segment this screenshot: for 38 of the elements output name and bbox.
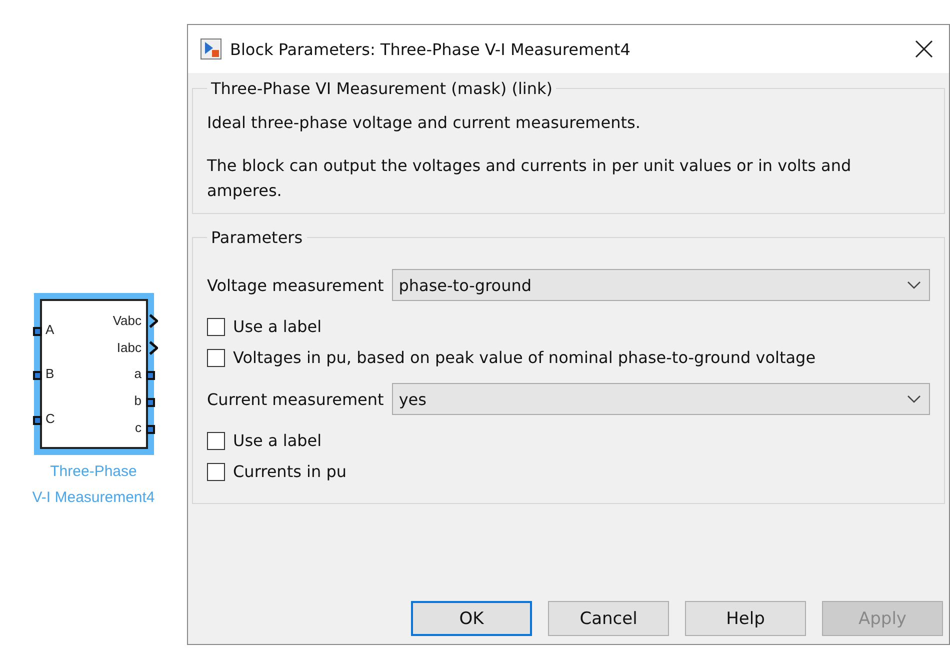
- checkbox[interactable]: [207, 318, 225, 336]
- output-port-icon[interactable]: [146, 371, 154, 380]
- checkbox-label: Use a label: [233, 317, 322, 336]
- port-label: B: [46, 366, 55, 382]
- description-text: The block can output the voltages and currents in per unit values or in volts and amperes.: [207, 155, 852, 202]
- input-port-icon[interactable]: [32, 371, 42, 380]
- port-label: a: [112, 366, 142, 382]
- input-port-icon[interactable]: [32, 416, 42, 426]
- input-port-icon[interactable]: [32, 326, 42, 336]
- field-label: Voltage measurement: [207, 276, 384, 294]
- description-text: Ideal three-phase voltage and current measurements.: [207, 112, 642, 134]
- checkbox[interactable]: [207, 432, 225, 450]
- chevron-icon: [907, 281, 921, 289]
- group-title: Three-Phase VI Measurement (mask) (link): [210, 79, 554, 98]
- block-name: Three-Phase V-I Measurement4: [32, 462, 155, 508]
- field-label: Current measurement: [207, 390, 384, 408]
- port-label: C: [46, 411, 55, 426]
- checkbox-label: Voltages in pu, based on peak value of nominal phase-to-ground voltage: [233, 348, 816, 367]
- chevron-icon: [907, 395, 921, 403]
- dialog-button[interactable]: Cancel: [548, 601, 669, 636]
- checkbox[interactable]: [207, 348, 225, 366]
- output-port-icon[interactable]: [146, 425, 154, 434]
- checkbox[interactable]: [207, 462, 225, 480]
- app-icon: [200, 38, 222, 60]
- dialog-button[interactable]: Help: [685, 601, 806, 636]
- dropdown[interactable]: yes: [392, 383, 930, 415]
- port-label: b: [112, 393, 142, 408]
- port-label: c: [112, 420, 142, 436]
- port-label: Vabc: [112, 312, 142, 328]
- window-title: Block Parameters: Three-Phase V-I Measurement4: [230, 40, 632, 58]
- checkbox-label: Use a label: [233, 431, 322, 450]
- dropdown[interactable]: phase-to-ground: [392, 269, 930, 301]
- group-title: Parameters: [210, 228, 304, 247]
- port-label: A: [46, 322, 55, 337]
- output-port-icon[interactable]: [146, 398, 154, 408]
- checkbox-label: Currents in pu: [233, 462, 346, 481]
- dialog-button[interactable]: OK: [411, 601, 532, 636]
- port-label: Iabc: [112, 340, 142, 355]
